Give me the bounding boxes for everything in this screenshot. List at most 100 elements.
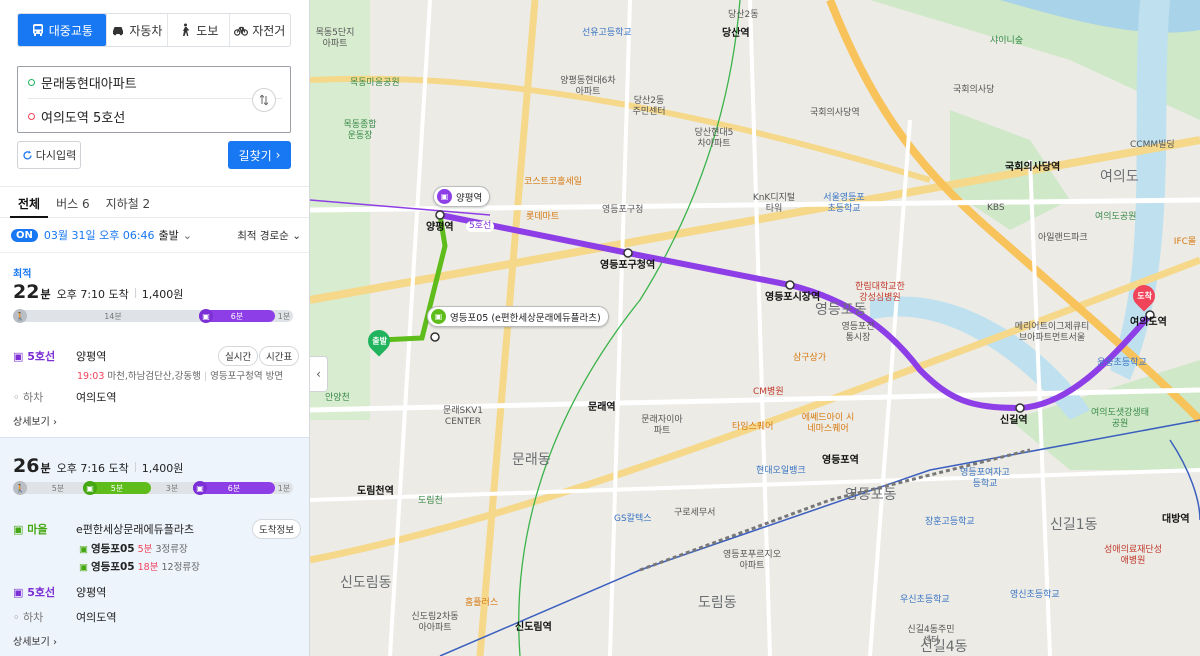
subway-callout-label: 양평역: [456, 192, 483, 204]
route-summary: 22 분 오후 7:10 도착 1,400원: [13, 281, 183, 303]
map-label-mullae: 문래동: [512, 452, 551, 468]
segment-walk-end: 1분: [277, 311, 291, 321]
station-label-ydp-market[interactable]: 영등포시장역: [765, 292, 820, 303]
tab-bus[interactable]: 버스 6: [48, 187, 98, 218]
mode-bike[interactable]: 자전거: [228, 14, 290, 46]
timetable-button[interactable]: 시간표: [259, 346, 300, 366]
step-board: ▣ 5호선 양평역: [13, 348, 106, 364]
station-label-sindorim[interactable]: 신도림역: [515, 622, 552, 633]
sort-dropdown[interactable]: 최적 경로순 ⌄: [237, 228, 301, 243]
poi-label: 롯데마트: [526, 212, 560, 222]
destination-field[interactable]: 여의도역 5호선: [28, 100, 250, 132]
train-heading: 영등포구청역 방면: [210, 371, 284, 382]
station-label-daebang[interactable]: 대방역: [1162, 514, 1190, 525]
segment-walk-2: 3분: [165, 483, 179, 493]
divider: [134, 462, 136, 472]
subway-callout[interactable]: ▣ 양평역: [433, 186, 491, 207]
station-label-singil[interactable]: 신길역: [1000, 415, 1028, 426]
poi-label: GS칼텍스: [614, 514, 652, 524]
on-toggle[interactable]: ON: [11, 228, 38, 242]
poi-label: 영등포구청: [602, 205, 644, 215]
origin-field[interactable]: 문래동현대아파트: [28, 67, 282, 99]
route-timeline-bar: 🚶 14분 6분 ▣ 1분: [13, 309, 293, 323]
mode-transit-label: 대중교통: [48, 23, 93, 38]
map-view[interactable]: 문래동 도림동 신길1동 신도림동 영등포동 여의도 영등포동 신길4동 양평역…: [310, 0, 1200, 656]
poi-label: 양평동현대6차아파트: [560, 76, 616, 97]
fare: 1,400원: [141, 288, 184, 301]
chevron-down-icon: ⌄: [292, 229, 301, 242]
realtime-button[interactable]: 실시간: [218, 346, 259, 366]
bus-arrival-1: ▣ 영등포05 5분 3정류장: [79, 541, 188, 556]
find-route-button[interactable]: 길찾기 ›: [228, 141, 291, 169]
bus-stops: 3정류장: [155, 544, 188, 555]
tab-all[interactable]: 전체: [10, 187, 49, 218]
poi-label: CCMM빌딩: [1130, 140, 1175, 150]
bus-number: 영등포05: [91, 561, 135, 573]
station-label-yeouido[interactable]: 여의도역: [1130, 317, 1167, 328]
walk-icon: 🚶: [13, 481, 27, 495]
station-label-dangsan[interactable]: 당산역: [722, 28, 750, 39]
station-label-ydp-gucheong[interactable]: 영등포구청역: [600, 260, 655, 271]
station-name: 여의도역: [76, 611, 117, 624]
swap-route-button[interactable]: [252, 88, 276, 112]
tab-subway[interactable]: 지하철 2: [98, 187, 159, 218]
walk-icon: [183, 23, 190, 36]
stop-name[interactable]: e편한세상문래에듀플라츠: [76, 521, 194, 537]
destination-value: 여의도역 5호선: [41, 110, 126, 126]
poi-label: CM병원: [753, 387, 784, 397]
station-label-yangpyeong[interactable]: 양평역: [426, 222, 454, 233]
departure-time[interactable]: 03월 31일 오후 06:46: [44, 227, 155, 243]
chevron-right-icon: ›: [275, 148, 281, 162]
poi-label: 우신초등학교: [900, 595, 950, 605]
destination-dot-icon: [28, 112, 35, 120]
mode-walk[interactable]: 도보: [167, 14, 228, 46]
details-link[interactable]: 상세보기 ›: [13, 633, 57, 648]
reset-button[interactable]: 다시입력: [17, 141, 81, 169]
mode-car[interactable]: 자동차: [105, 14, 167, 46]
mode-transit[interactable]: 대중교통: [18, 14, 106, 46]
station-name[interactable]: 양평역: [76, 584, 106, 600]
sort-label: 최적 경로순: [237, 229, 289, 242]
reset-label: 다시입력: [35, 149, 77, 162]
route-result-1[interactable]: 최적 22 분 오후 7:10 도착 1,400원 🚶 14분 6분 ▣ 1분 ▣…: [0, 252, 309, 436]
collapse-panel-button[interactable]: ‹: [310, 356, 328, 392]
details-link[interactable]: 상세보기 ›: [13, 413, 57, 428]
alight-text: 하차: [23, 391, 44, 404]
route-summary: 26 분 오후 7:16 도착 1,400원: [13, 455, 183, 477]
details-label: 상세보기: [13, 417, 50, 428]
arrival-info-button[interactable]: 도착정보: [252, 519, 301, 539]
map-label-yeouido: 여의도: [1100, 169, 1139, 185]
start-marker-label: 출발: [371, 336, 387, 346]
route-inputs: 문래동현대아파트 여의도역 5호선: [17, 66, 291, 133]
poi-label: 신도림2차동아아파트: [411, 612, 459, 633]
line-label: ▣ 마을: [13, 521, 76, 537]
poi-label: 코스트코홀세일: [524, 177, 582, 187]
step-bus-board: ▣ 마을 e편한세상문래에듀플라츠: [13, 521, 194, 537]
station-name: 여의도역: [76, 391, 117, 404]
step-alight: ◦ 하차 여의도역: [13, 609, 116, 625]
poi-label: 문래자이아파트: [641, 415, 683, 436]
station-label-national-assembly[interactable]: 국회의사당역: [1005, 162, 1060, 173]
chevron-down-icon[interactable]: ⌄: [183, 229, 192, 242]
train-time: 19:03: [77, 371, 105, 382]
duration-unit: 분: [40, 462, 51, 475]
station-name[interactable]: 양평역: [76, 348, 106, 364]
bus-eta: 18분: [137, 562, 159, 573]
line-name: 5호선: [27, 350, 56, 363]
mode-walk-label: 도보: [196, 23, 219, 38]
poi-label: 목동5단지아파트: [315, 28, 355, 49]
swap-icon: [259, 94, 269, 106]
station-label-yeongdeungpo[interactable]: 영등포역: [822, 455, 859, 466]
poi-label: 아일랜드파크: [1038, 233, 1088, 243]
poi-label: 국회의사당역: [810, 108, 860, 118]
line-tag: 5호선: [466, 221, 495, 232]
station-label-mullae[interactable]: 문래역: [588, 402, 616, 413]
alight-text: 하차: [23, 611, 44, 624]
station-label-dorimcheon[interactable]: 도림천역: [357, 486, 394, 497]
arrival-time: 오후 7:16 도착: [56, 462, 129, 475]
bus-callout[interactable]: ▣ 영등포05 (e편한세상문래에듀플라츠): [427, 306, 609, 327]
poi-label: 타임스퀘어: [732, 422, 774, 432]
subway-icon: ▣: [193, 481, 207, 495]
directions-panel: 대중교통 자동차 도보 자전거 문래동현대아파트 여의도역 5호선 다시입력 길…: [0, 0, 310, 656]
route-result-2[interactable]: 26 분 오후 7:16 도착 1,400원 🚶 5분 5분 ▣ 3분 6분 ▣ …: [0, 437, 309, 656]
